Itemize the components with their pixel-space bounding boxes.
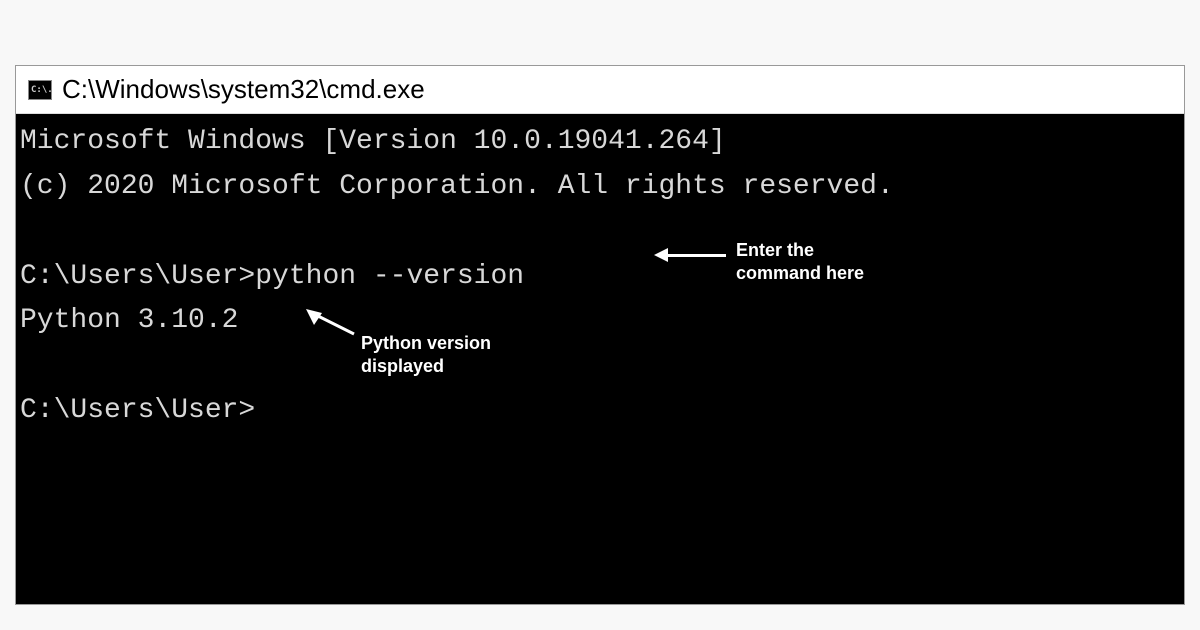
annotation-python-version: Python version displayed (361, 332, 491, 379)
annotation-text-line-3: Python version (361, 332, 491, 355)
blank-line-2 (20, 344, 1180, 389)
annotation-text-line-2: command here (736, 262, 864, 285)
arrow-head-1 (654, 248, 668, 262)
arrow-line-1 (666, 254, 726, 257)
banner-line-2: (c) 2020 Microsoft Corporation. All righ… (20, 165, 1180, 210)
banner-line-1: Microsoft Windows [Version 10.0.19041.26… (20, 120, 1180, 165)
window-title: C:\Windows\system32\cmd.exe (62, 74, 425, 105)
blank-line (20, 210, 1180, 255)
title-bar[interactable]: C:\. C:\Windows\system32\cmd.exe (16, 66, 1184, 114)
arrow-2-svg (304, 309, 364, 339)
annotation-enter-command: Enter the command here (736, 239, 864, 286)
prompt-1: C:\Users\User> (20, 261, 255, 292)
output-line: Python 3.10.2 (20, 299, 1180, 344)
cmd-window: C:\. C:\Windows\system32\cmd.exe Microso… (15, 65, 1185, 605)
cmd-icon-text: C:\. (31, 85, 53, 95)
command-line: C:\Users\User>python --version (20, 255, 1180, 300)
annotation-text-line-1: Enter the (736, 239, 864, 262)
annotation-text-line-4: displayed (361, 355, 491, 378)
prompt-line-2: C:\Users\User> (20, 389, 1180, 434)
typed-command: python --version (255, 261, 524, 292)
arrow-2-line (314, 314, 354, 334)
terminal-area[interactable]: Microsoft Windows [Version 10.0.19041.26… (16, 114, 1184, 604)
cmd-icon: C:\. (28, 80, 52, 100)
